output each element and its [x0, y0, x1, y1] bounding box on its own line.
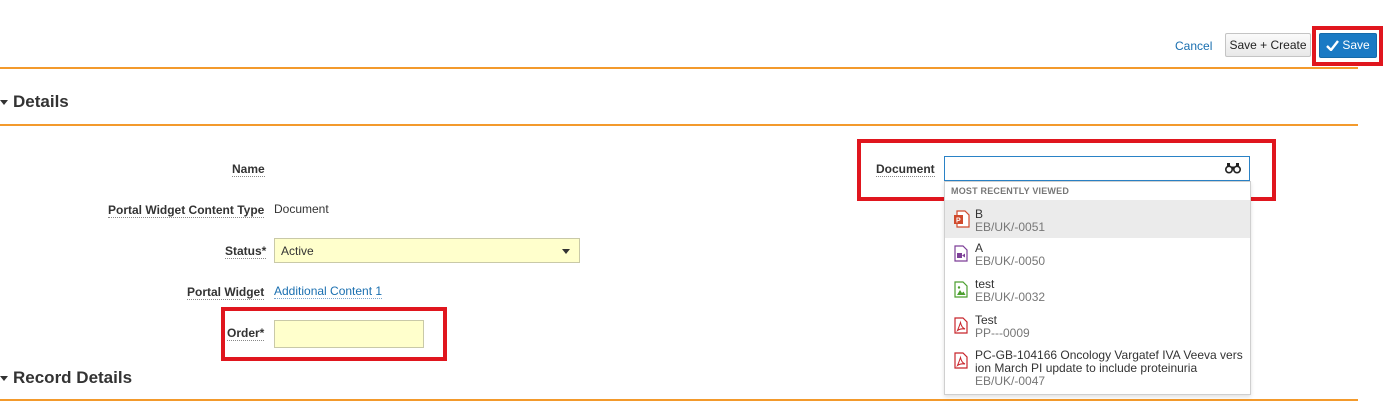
video-icon	[954, 245, 968, 262]
pdf-icon	[954, 317, 968, 334]
status-select-value: Active	[281, 243, 314, 258]
document-id: EB/UK/-0047	[975, 374, 1046, 388]
save-create-button[interactable]: Save + Create	[1225, 33, 1311, 57]
portal-widget-label: Portal Widget	[187, 285, 265, 300]
details-section-title: Details	[13, 92, 69, 111]
svg-text:P: P	[956, 218, 961, 225]
details-section-header[interactable]: Details	[0, 92, 69, 112]
list-item[interactable]: P B EB/UK/-0051	[945, 200, 1250, 238]
document-label: Document	[876, 162, 935, 177]
document-lookup-input[interactable]	[944, 156, 1250, 181]
status-label: Status*	[225, 244, 267, 259]
save-button[interactable]: Save	[1319, 33, 1377, 58]
list-item[interactable]: test EB/UK/-0032	[945, 274, 1250, 310]
order-label: Order*	[227, 326, 265, 341]
collapse-caret-icon	[0, 99, 8, 105]
recent-documents-dropdown: MOST RECENTLY VIEWED P B EB/UK/-0051 A E…	[944, 181, 1251, 395]
record-details-section-title: Record Details	[13, 368, 133, 387]
list-item[interactable]: PC-GB-104166 Oncology Vargatef IVA Veeva…	[945, 346, 1250, 392]
list-item[interactable]: A EB/UK/-0050	[945, 238, 1250, 274]
cancel-link[interactable]: Cancel	[1175, 39, 1212, 53]
details-divider	[0, 124, 1358, 126]
powerpoint-icon: P	[954, 210, 970, 228]
content-type-value: Document	[274, 202, 329, 216]
name-label: Name	[232, 162, 265, 177]
order-input[interactable]	[274, 320, 424, 348]
dropdown-arrow-icon	[562, 249, 570, 254]
collapse-caret-icon	[0, 375, 8, 381]
document-id: EB/UK/-0051	[975, 220, 1046, 234]
record-details-divider	[0, 399, 1358, 401]
checkmark-icon	[1326, 40, 1340, 51]
save-button-label: Save	[1342, 38, 1370, 52]
record-details-section-header[interactable]: Record Details	[0, 368, 132, 388]
pdf-icon	[954, 352, 968, 369]
list-item[interactable]: Test PP---0009	[945, 310, 1250, 346]
toolbar-divider	[0, 67, 1358, 69]
document-id: EB/UK/-0050	[975, 254, 1046, 268]
document-id: PP---0009	[975, 326, 1030, 340]
image-icon	[954, 281, 968, 298]
status-select[interactable]: Active	[274, 238, 580, 263]
binoculars-icon[interactable]	[1225, 162, 1241, 174]
document-id: EB/UK/-0032	[975, 290, 1046, 304]
portal-widget-link[interactable]: Additional Content 1	[274, 284, 383, 299]
content-type-label: Portal Widget Content Type	[108, 203, 265, 218]
dropdown-header: MOST RECENTLY VIEWED	[951, 186, 1070, 196]
